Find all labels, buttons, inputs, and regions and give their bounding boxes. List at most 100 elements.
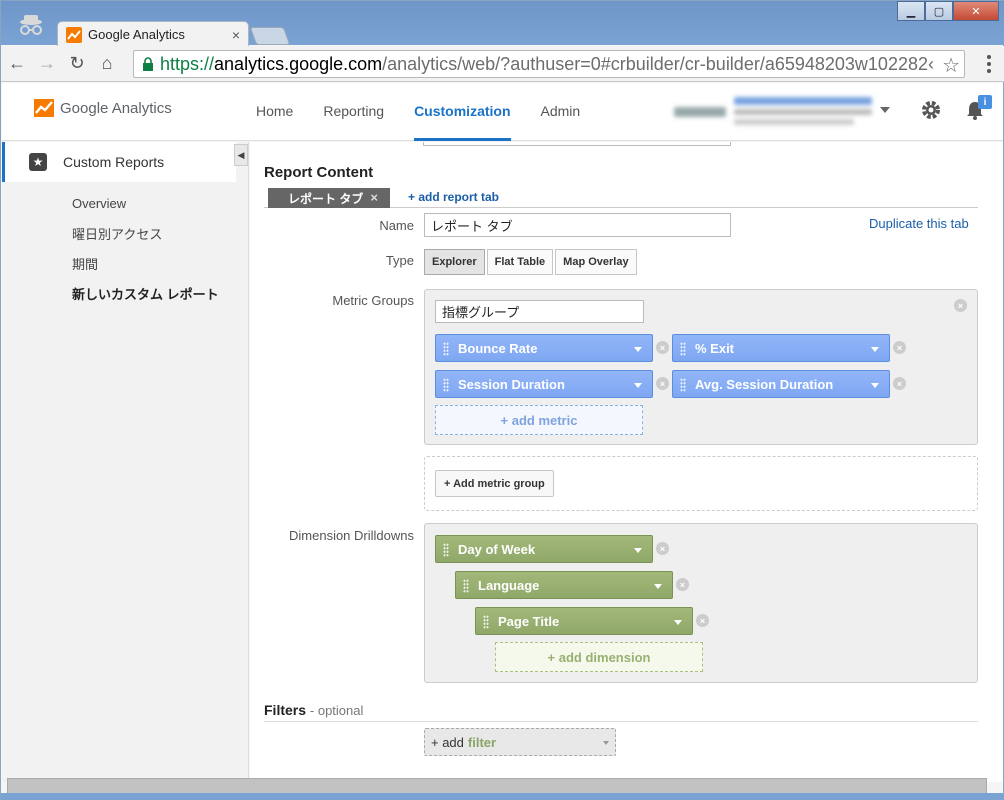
gear-icon[interactable]: [920, 99, 942, 121]
add-filter-prefix: + add: [431, 734, 464, 750]
drag-handle-icon[interactable]: [483, 615, 489, 629]
dimension-drilldown-box: Day of Week × Language × Page Title × + …: [424, 523, 978, 683]
drag-handle-icon[interactable]: [680, 342, 686, 356]
account-dropdown-icon[interactable]: [880, 107, 890, 113]
window-controls: ▁ ▢ ✕: [897, 1, 999, 21]
reload-button[interactable]: ↻: [63, 50, 91, 78]
lock-icon: [143, 57, 153, 71]
remove-metric-icon[interactable]: ×: [893, 341, 906, 354]
browser-menu-icon[interactable]: [981, 55, 997, 76]
notifications-bell-icon[interactable]: i: [964, 95, 992, 123]
drag-handle-icon[interactable]: [443, 543, 449, 557]
star-icon: ★: [29, 153, 47, 171]
incognito-icon: [20, 15, 42, 35]
remove-metric-icon[interactable]: ×: [893, 377, 906, 390]
add-report-tab-link[interactable]: + add report tab: [408, 190, 499, 204]
metric-group-name-input[interactable]: 指標グループ: [435, 300, 644, 323]
sidebar-item-period[interactable]: 期間: [72, 248, 219, 278]
dropdown-arrow-icon[interactable]: [674, 620, 682, 625]
remove-metric-group-icon[interactable]: ×: [954, 299, 967, 312]
tab-close-icon[interactable]: ×: [232, 27, 240, 43]
filters-optional-label: - optional: [309, 703, 364, 718]
scrolled-field-edge: [423, 142, 731, 146]
report-tab-active[interactable]: レポート タブ ×: [268, 188, 390, 208]
ga-logo[interactable]: Google Analytics: [34, 99, 172, 117]
remove-dimension-icon[interactable]: ×: [656, 542, 669, 555]
duplicate-tab-link[interactable]: Duplicate this tab: [869, 216, 969, 231]
window-frame-bottom: [1, 793, 1004, 800]
remove-metric-icon[interactable]: ×: [656, 341, 669, 354]
add-metric-button[interactable]: + add metric: [435, 405, 643, 435]
address-bar[interactable]: https://analytics.google.com/analytics/w…: [133, 50, 965, 78]
dimension-pill[interactable]: Day of Week: [435, 535, 653, 563]
metric-groups-label: Metric Groups: [332, 293, 414, 308]
browser-toolbar: ← → ↻ ⌂ https://analytics.google.com/ana…: [1, 46, 1004, 82]
notification-badge: i: [978, 95, 992, 109]
minimize-button[interactable]: ▁: [897, 1, 925, 21]
add-dimension-button[interactable]: + add dimension: [495, 642, 703, 672]
horizontal-scrollbar[interactable]: [7, 778, 987, 794]
metric-pill[interactable]: Bounce Rate: [435, 334, 653, 362]
url-path: /analytics/web/?authuser=0#crbuilder/cr-…: [382, 53, 934, 74]
dropdown-arrow-icon[interactable]: [654, 584, 662, 589]
close-tab-icon[interactable]: ×: [370, 190, 378, 205]
add-metric-group-button[interactable]: + Add metric group: [435, 470, 554, 497]
main-nav: Home Reporting Customization Admin: [256, 83, 610, 141]
dropdown-arrow-icon[interactable]: [871, 347, 879, 352]
sidebar-item-weekday-access[interactable]: 曜日別アクセス: [72, 218, 219, 248]
dropdown-arrow-icon[interactable]: [634, 548, 642, 553]
sidebar-custom-reports[interactable]: ★ Custom Reports: [2, 142, 236, 182]
remove-dimension-icon[interactable]: ×: [676, 578, 689, 591]
remove-metric-icon[interactable]: ×: [656, 377, 669, 390]
type-map-overlay-button[interactable]: Map Overlay: [555, 249, 637, 275]
remove-dimension-icon[interactable]: ×: [696, 614, 709, 627]
add-filter-button[interactable]: + add filter: [424, 728, 616, 756]
drag-handle-icon[interactable]: [443, 342, 449, 356]
type-label: Type: [385, 253, 414, 268]
account-selector-blurred[interactable]: [674, 95, 874, 129]
drag-handle-icon[interactable]: [680, 378, 686, 392]
back-button[interactable]: ←: [3, 50, 31, 78]
drag-handle-icon[interactable]: [463, 579, 469, 593]
metric-pill[interactable]: Session Duration: [435, 370, 653, 398]
dimension-pill[interactable]: Page Title: [475, 607, 693, 635]
metric-label: Avg. Session Duration: [695, 376, 834, 392]
report-tab-label: レポート タブ: [288, 191, 364, 206]
nav-customization[interactable]: Customization: [414, 83, 511, 141]
nav-home[interactable]: Home: [256, 83, 293, 141]
report-tabs: レポート タブ × + add report tab: [264, 188, 978, 208]
metric-pill[interactable]: Avg. Session Duration: [672, 370, 890, 398]
analytics-favicon-icon: [66, 26, 82, 43]
metric-label: Bounce Rate: [458, 340, 538, 356]
dropdown-arrow-icon: [603, 741, 609, 745]
new-tab-button[interactable]: [249, 27, 291, 45]
dimension-label: Day of Week: [458, 541, 536, 557]
filters-heading: Filters - optional: [264, 702, 978, 722]
drag-handle-icon[interactable]: [443, 378, 449, 392]
sidebar-item-overview[interactable]: Overview: [72, 188, 219, 218]
dropdown-arrow-icon[interactable]: [634, 347, 642, 352]
dropdown-arrow-icon[interactable]: [634, 383, 642, 388]
ga-header: Google Analytics Home Reporting Customiz…: [2, 83, 1003, 141]
bookmark-star-icon[interactable]: ☆: [940, 53, 960, 77]
type-explorer-button[interactable]: Explorer: [424, 249, 485, 275]
nav-reporting[interactable]: Reporting: [323, 83, 384, 141]
type-flat-table-button[interactable]: Flat Table: [486, 249, 554, 275]
nav-admin[interactable]: Admin: [541, 83, 581, 141]
metric-pill[interactable]: % Exit: [672, 334, 890, 362]
filters-title: Filters: [264, 702, 307, 718]
dimension-label: Language: [478, 577, 540, 593]
close-window-button[interactable]: ✕: [953, 1, 999, 21]
maximize-button[interactable]: ▢: [925, 1, 953, 21]
collapse-sidebar-icon[interactable]: ◀: [234, 144, 248, 166]
sidebar-item-new-custom-report[interactable]: 新しいカスタム レポート: [72, 278, 219, 308]
metric-group-box: × 指標グループ Bounce Rate × % Exit × Session …: [424, 289, 978, 445]
forward-button[interactable]: →: [33, 50, 61, 78]
tab-name-input[interactable]: レポート タブ: [424, 213, 731, 237]
browser-tab[interactable]: Google Analytics ×: [57, 21, 249, 47]
dropdown-arrow-icon[interactable]: [871, 383, 879, 388]
browser-window: Google Analytics × ▁ ▢ ✕ ← → ↻ ⌂ https:/…: [0, 0, 1004, 800]
home-button[interactable]: ⌂: [93, 50, 121, 78]
dimension-pill[interactable]: Language: [455, 571, 673, 599]
title-bar: Google Analytics × ▁ ▢ ✕: [1, 1, 1004, 47]
